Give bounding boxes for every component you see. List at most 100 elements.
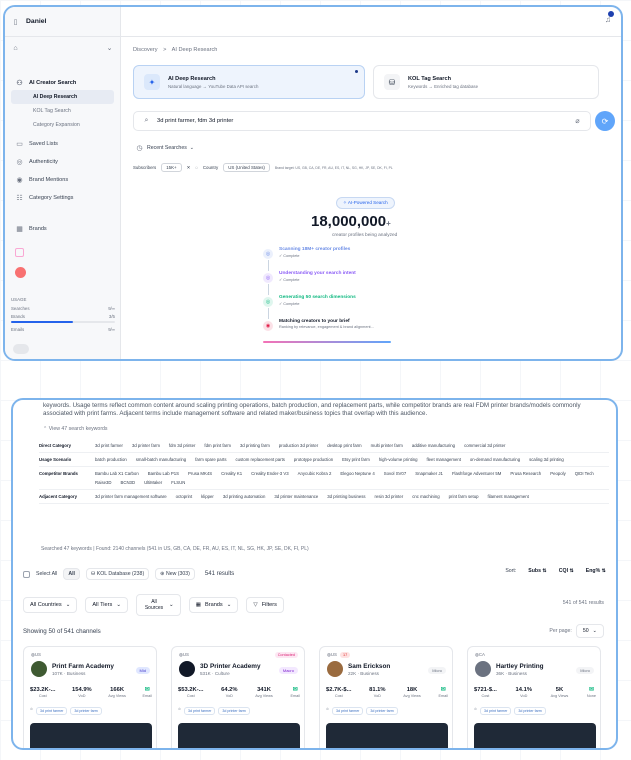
keyword-tag[interactable]: 3d printing automation: [223, 494, 266, 499]
keyword-tag[interactable]: Prusa MK4S: [188, 471, 212, 476]
keyword-chip[interactable]: 3d printer farm: [218, 707, 250, 715]
channel-name[interactable]: Hartley Printing: [496, 663, 544, 670]
recent-searches-toggle[interactable]: ◷ Recent Searches ⌄: [135, 143, 194, 152]
keyword-tag[interactable]: custom replacement parts: [235, 457, 284, 462]
keyword-tag[interactable]: Raise3D: [95, 480, 111, 485]
sidebar-item-category-expansion[interactable]: Category Expansion: [5, 118, 120, 132]
keyword-tag[interactable]: QIDI Tech: [575, 471, 594, 476]
sidebar-item-ai-deep-research[interactable]: AI Deep Research: [11, 90, 114, 104]
keyword-chip[interactable]: 3d printer farm: [514, 707, 546, 715]
keyword-tag[interactable]: 3d printer farm: [132, 443, 160, 448]
keyword-tag[interactable]: cnc machining: [412, 494, 439, 499]
keyword-tag[interactable]: production 3d printer: [279, 443, 318, 448]
search-submit-button[interactable]: ⟳: [595, 111, 615, 131]
keyword-chip[interactable]: 3d printer farm: [70, 707, 102, 715]
keyword-tag[interactable]: fdm 3d printer: [169, 443, 196, 448]
keyword-tag[interactable]: 3d printing business: [327, 494, 365, 499]
per-page-select[interactable]: 50 ⌄: [575, 624, 604, 638]
brands-dropdown[interactable]: ▦ Brands ⌄: [188, 597, 239, 613]
keyword-tag[interactable]: Creality Ender-3 V3: [251, 471, 289, 476]
country-select[interactable]: US (United States): [223, 163, 270, 172]
keyword-tag[interactable]: Creality K1: [221, 471, 242, 476]
keyword-tag[interactable]: batch production: [95, 457, 127, 462]
sort-eng-button[interactable]: Eng% ⇅: [586, 568, 606, 574]
sidebar-item-authenticity[interactable]: ◎ Authenticity: [5, 154, 120, 169]
filters-button[interactable]: ▽ Filters: [246, 597, 284, 613]
channel-name[interactable]: 3D Printer Academy: [200, 663, 261, 670]
stat-email[interactable]: ✉ Email: [290, 687, 300, 698]
keyword-tag[interactable]: FLSUN: [171, 480, 185, 485]
stat-email[interactable]: ✉ None: [587, 687, 596, 698]
keyword-chip[interactable]: 3d print farmer: [332, 707, 364, 715]
video-thumbnail[interactable]: [474, 723, 596, 748]
sidebar-group-ai-creator-search[interactable]: ⚇ AI Creator Search: [5, 75, 120, 90]
keyword-chip[interactable]: 3d print farmer: [184, 707, 216, 715]
search-input[interactable]: ⌕ 3d print farmer, fdm 3d printer ⌀: [133, 111, 591, 131]
video-thumbnail[interactable]: [326, 723, 448, 748]
keyword-tag[interactable]: 3d print farmer: [95, 443, 123, 448]
video-thumbnail[interactable]: [30, 723, 152, 748]
sidebar-item-saved-lists[interactable]: ▭ Saved Lists: [5, 136, 120, 151]
keyword-tag[interactable]: commercial 3d printer: [464, 443, 505, 448]
keyword-tag[interactable]: multi printer farm: [371, 443, 403, 448]
keyword-tag[interactable]: desktop print farm: [327, 443, 361, 448]
select-all-checkbox[interactable]: [23, 570, 30, 578]
keyword-tag[interactable]: Elegoo Neptune 4: [340, 471, 374, 476]
keyword-tag[interactable]: Flashforge Adventurer 5M: [452, 471, 501, 476]
keyword-chip[interactable]: 3d print farmer: [36, 707, 68, 715]
tiers-dropdown[interactable]: All Tiers ⌄: [85, 597, 128, 613]
sidebar-item-brands[interactable]: ▦ Brands: [5, 221, 120, 236]
brand-logo-1[interactable]: [15, 248, 24, 257]
keyword-tag[interactable]: klipper: [201, 494, 214, 499]
sources-dropdown[interactable]: All Sources ⌄: [136, 594, 181, 616]
filter-chip-new[interactable]: ⊕ New (303): [155, 568, 195, 580]
keyword-tag[interactable]: Bambu Lab X1 Carbon: [95, 471, 139, 476]
keyword-tag[interactable]: fleet management: [427, 457, 461, 462]
keyword-tag[interactable]: BCN3D: [120, 480, 135, 485]
keyword-tag[interactable]: resin 3d printer: [375, 494, 404, 499]
subscribers-field[interactable]: 15K+: [161, 163, 182, 172]
keyword-tag[interactable]: 3d printing farm: [240, 443, 270, 448]
mode-card-kol-tag-search[interactable]: ⛁ KOL Tag Search Keywords → Enriched tag …: [373, 65, 599, 99]
keyword-tag[interactable]: print farm setup: [449, 494, 479, 499]
workspace-switcher[interactable]: ⌂ ⌄: [5, 37, 120, 59]
keyword-tag[interactable]: filament management: [488, 494, 529, 499]
channel-name[interactable]: Print Farm Academy: [52, 663, 114, 670]
close-icon[interactable]: ✕: [187, 165, 191, 171]
keyword-tag[interactable]: scaling 3d printing: [529, 457, 564, 462]
keyword-tag[interactable]: 3d printer maintenance: [274, 494, 318, 499]
keyword-tag[interactable]: 3d printer farm management software: [95, 494, 167, 499]
keyword-tag[interactable]: Anycubic Kobra 2: [298, 471, 332, 476]
keyword-chip[interactable]: 3d printer farm: [366, 707, 398, 715]
sidebar-toggle-icon[interactable]: ▯: [11, 17, 20, 26]
keyword-tag[interactable]: Sovol SV07: [384, 471, 406, 476]
sidebar-item-brand-mentions[interactable]: ◉ Brand Mentions: [5, 172, 120, 187]
channel-card[interactable]: ◍US 17 Sam Erickson 22K · Business Micro $2.7…: [319, 646, 453, 748]
stat-email[interactable]: ✉ Email: [142, 687, 152, 698]
mode-card-ai-deep-research[interactable]: ✦ AI Deep Research Natural language → You…: [133, 65, 365, 99]
keyword-tag[interactable]: Bambu Lab P1S: [148, 471, 179, 476]
keyword-chip[interactable]: 3d print farmer: [480, 707, 512, 715]
channel-card[interactable]: ◍US Print Farm Academy 107K · Business Mid $…: [23, 646, 157, 748]
keyword-tag[interactable]: additive manufacturing: [412, 443, 455, 448]
keyword-tag[interactable]: on-demand manufacturing: [470, 457, 520, 462]
keyword-tag[interactable]: Peopoly: [550, 471, 566, 476]
collapse-toggle[interactable]: [13, 344, 29, 354]
sidebar-item-kol-tag-search[interactable]: KOL Tag Search: [5, 104, 120, 118]
filter-chip-kol-database[interactable]: ⛁ KOL Database (238): [85, 568, 150, 580]
attach-icon[interactable]: ⌀: [573, 117, 582, 126]
keyword-tag[interactable]: farm spare parts: [195, 457, 226, 462]
sort-subs-button[interactable]: Subs ⇅: [528, 568, 546, 574]
brand-logo-2[interactable]: [15, 267, 26, 278]
stat-email[interactable]: ✉ Email: [438, 687, 448, 698]
sidebar-item-category-settings[interactable]: ☷ Category Settings: [5, 190, 120, 205]
keyword-tag[interactable]: prototype production: [294, 457, 333, 462]
keyword-tag[interactable]: Prusa Research: [510, 471, 541, 476]
view-keywords-toggle[interactable]: ⌃ View 47 search keywords: [43, 426, 108, 432]
video-thumbnail[interactable]: [178, 723, 300, 748]
keyword-tag[interactable]: octoprint: [176, 494, 192, 499]
keyword-tag[interactable]: UltiMaker: [144, 480, 162, 485]
breadcrumb-root[interactable]: Discovery: [133, 47, 158, 53]
channel-card[interactable]: ◍US Contacted 3D Printer Academy 531K · Cul…: [171, 646, 305, 748]
keyword-tag[interactable]: high-volume printing: [379, 457, 418, 462]
